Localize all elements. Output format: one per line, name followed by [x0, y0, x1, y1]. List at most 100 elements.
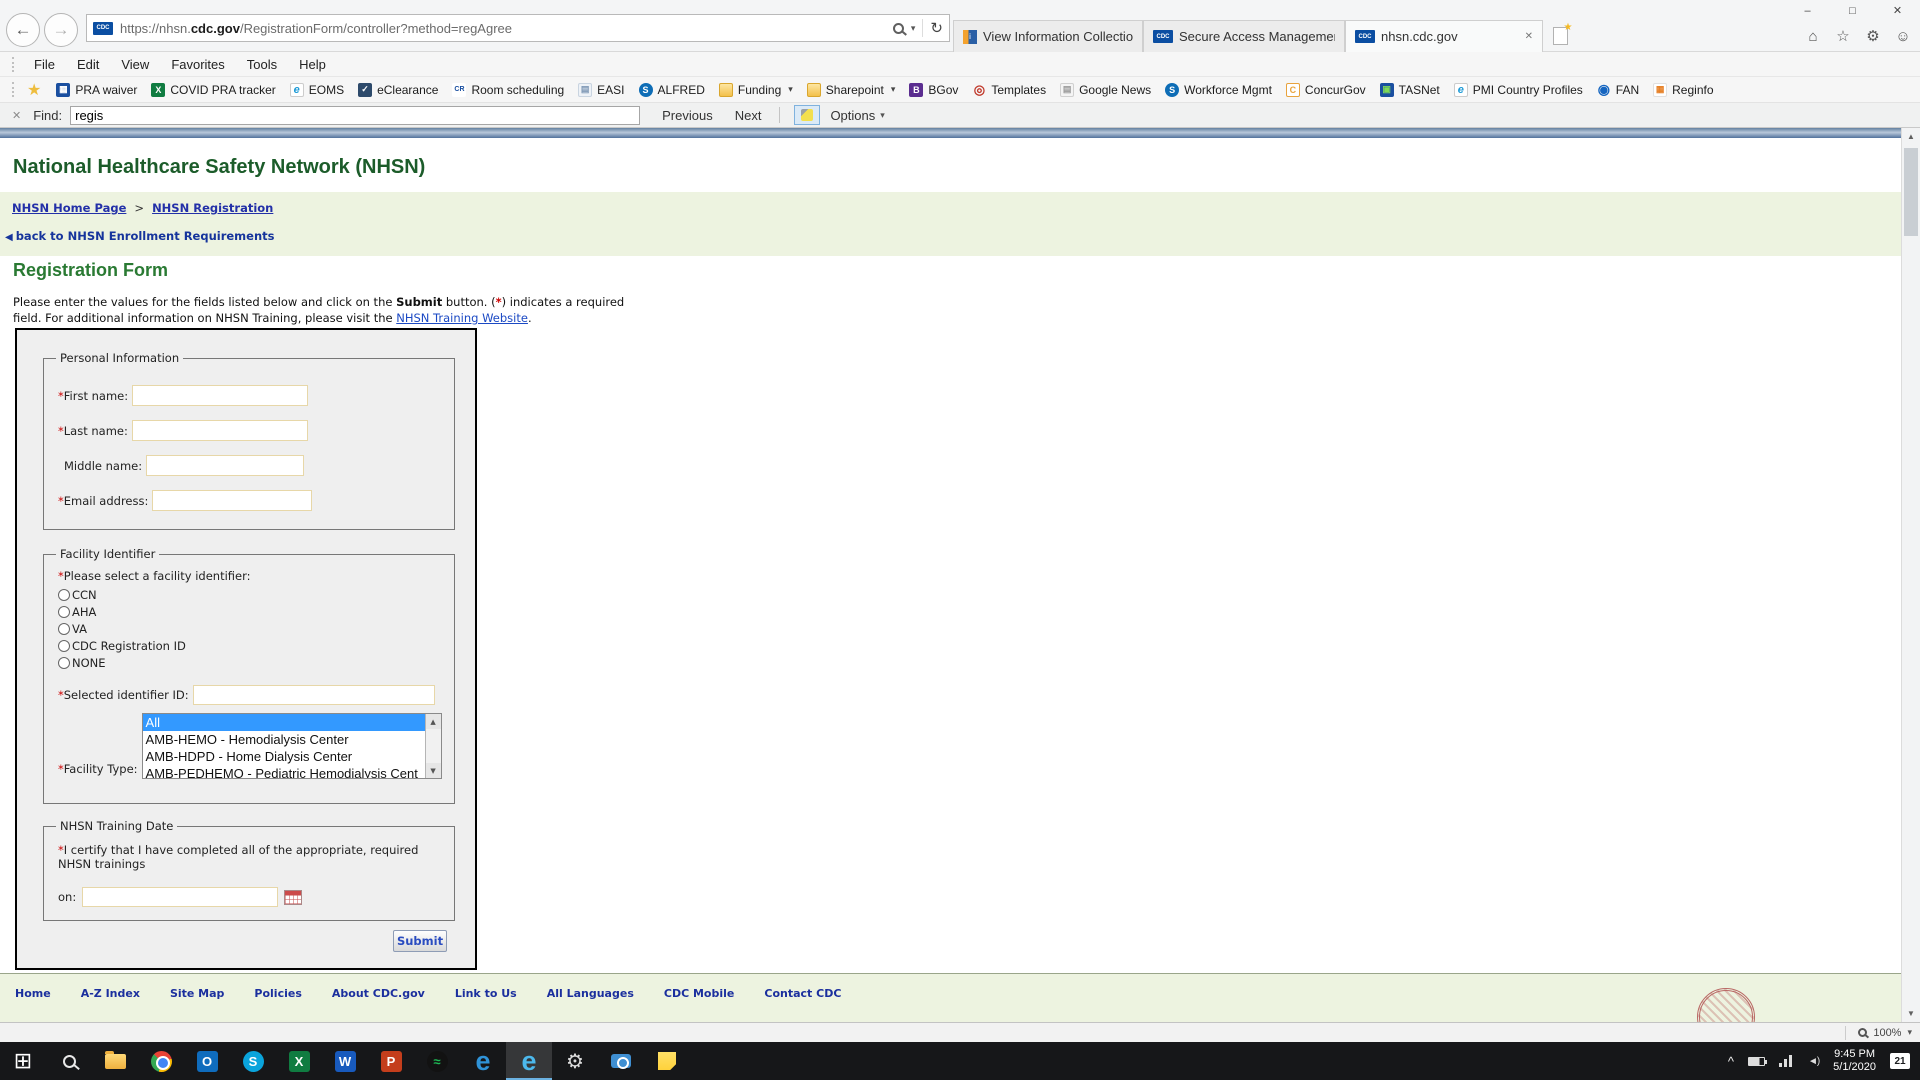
- scroll-down-icon[interactable]: ▼: [1902, 1005, 1920, 1022]
- tab-view-information-collection[interactable]: i View Information Collection R...: [953, 20, 1143, 52]
- breadcrumb-home-link[interactable]: NHSN Home Page: [12, 201, 126, 215]
- favorite-eclearance[interactable]: ✓eClearance: [351, 83, 445, 97]
- taskbar-excel[interactable]: X: [276, 1042, 322, 1080]
- taskbar-file-explorer[interactable]: [92, 1042, 138, 1080]
- footer-link-contact-cdc[interactable]: Contact CDC: [764, 987, 841, 1000]
- refresh-icon[interactable]: ↻: [930, 19, 943, 37]
- favorite-workforce-mgmt[interactable]: SWorkforce Mgmt: [1158, 83, 1279, 97]
- new-tab-button[interactable]: ★: [1543, 20, 1577, 52]
- favorite-funding[interactable]: Funding▾: [712, 83, 800, 97]
- taskbar-word[interactable]: W: [322, 1042, 368, 1080]
- facility-type-option[interactable]: AMB-HEMO - Hemodialysis Center: [143, 731, 425, 748]
- favorite-bgov[interactable]: BBGov: [902, 83, 965, 97]
- radio-aha[interactable]: [58, 606, 70, 618]
- tab-close-icon[interactable]: ✕: [1525, 31, 1533, 42]
- menu-favorites[interactable]: Favorites: [160, 57, 235, 72]
- radio-none[interactable]: [58, 657, 70, 669]
- taskbar-edge[interactable]: e: [460, 1042, 506, 1080]
- scroll-down-icon[interactable]: ▼: [426, 763, 441, 778]
- favorite-covid-pra-tracker[interactable]: XCOVID PRA tracker: [144, 83, 282, 97]
- favorite-eoms[interactable]: eEOMS: [283, 83, 351, 97]
- find-options-button[interactable]: Options▾: [830, 108, 884, 123]
- calendar-icon[interactable]: [284, 890, 302, 905]
- scrollbar-thumb[interactable]: [1904, 148, 1918, 236]
- find-input[interactable]: [70, 106, 640, 125]
- taskbar-outlook[interactable]: O: [184, 1042, 230, 1080]
- feedback-smiley-icon[interactable]: ☺: [1890, 28, 1916, 45]
- favorite-fan[interactable]: ◉FAN: [1590, 83, 1646, 97]
- facility-type-option-all[interactable]: All: [143, 714, 425, 731]
- footer-link-all-languages[interactable]: All Languages: [547, 987, 634, 1000]
- favorite-easi[interactable]: ▤EASI: [571, 83, 631, 97]
- find-close-icon[interactable]: ✕: [12, 109, 21, 122]
- favorite-tasnet[interactable]: ▣TASNet: [1373, 83, 1447, 97]
- favorites-star-icon[interactable]: ☆: [1830, 27, 1856, 45]
- menu-file[interactable]: File: [23, 57, 66, 72]
- find-previous-button[interactable]: Previous: [662, 108, 713, 123]
- footer-link-az-index[interactable]: A-Z Index: [81, 987, 140, 1000]
- menu-edit[interactable]: Edit: [66, 57, 110, 72]
- scroll-up-icon[interactable]: ▲: [1902, 128, 1920, 145]
- favorite-room-scheduling[interactable]: CRRoom scheduling: [445, 83, 571, 97]
- breadcrumb-current-link[interactable]: NHSN Registration: [152, 201, 273, 215]
- footer-link-home[interactable]: Home: [15, 987, 51, 1000]
- nhsn-training-website-link[interactable]: NHSN Training Website: [396, 311, 528, 325]
- taskbar-settings[interactable]: ⚙: [552, 1042, 598, 1080]
- taskbar-clock[interactable]: 9:45 PM 5/1/2020: [1833, 1048, 1876, 1074]
- find-next-button[interactable]: Next: [735, 108, 762, 123]
- back-to-enrollment-link[interactable]: ◀back to NHSN Enrollment Requirements: [5, 229, 275, 243]
- settings-gear-icon[interactable]: ⚙: [1860, 27, 1886, 45]
- close-button[interactable]: ✕: [1875, 0, 1920, 21]
- zoom-control[interactable]: 100% ▾: [1845, 1023, 1912, 1042]
- favorite-reginfo[interactable]: ▦Reginfo: [1646, 83, 1720, 97]
- radio-cdc-registration-id[interactable]: [58, 640, 70, 652]
- taskbar-powerpoint[interactable]: P: [368, 1042, 414, 1080]
- back-button[interactable]: ←: [6, 13, 40, 47]
- hidden-icons-caret[interactable]: ^: [1728, 1054, 1734, 1069]
- scroll-up-icon[interactable]: ▲: [426, 714, 441, 729]
- home-icon[interactable]: ⌂: [1800, 28, 1826, 45]
- address-bar[interactable]: CDC https://nhsn.cdc.gov/RegistrationFor…: [86, 14, 950, 42]
- forward-button[interactable]: →: [44, 13, 78, 47]
- favorite-pra-waiver[interactable]: ▦PRA waiver: [49, 83, 144, 97]
- menu-tools[interactable]: Tools: [236, 57, 288, 72]
- add-favorite-icon[interactable]: ★: [27, 80, 41, 100]
- facility-type-option[interactable]: AMB-PEDHEMO - Pediatric Hemodialysis Cen…: [143, 765, 425, 778]
- tab-nhsn-cdc-gov[interactable]: CDC nhsn.cdc.gov ✕: [1345, 20, 1543, 52]
- menu-help[interactable]: Help: [288, 57, 337, 72]
- taskbar-skype[interactable]: S: [230, 1042, 276, 1080]
- training-date-field[interactable]: [82, 887, 278, 907]
- first-name-field[interactable]: [132, 385, 308, 406]
- favorite-sharepoint[interactable]: Sharepoint▾: [800, 83, 903, 97]
- footer-link-site-map[interactable]: Site Map: [170, 987, 224, 1000]
- menu-view[interactable]: View: [110, 57, 160, 72]
- taskbar-search[interactable]: [46, 1042, 92, 1080]
- middle-name-field[interactable]: [146, 455, 304, 476]
- taskbar-start-button[interactable]: ⊞: [0, 1042, 46, 1080]
- selected-identifier-field[interactable]: [193, 685, 435, 705]
- maximize-button[interactable]: □: [1830, 0, 1875, 21]
- taskbar-internet-explorer[interactable]: e: [506, 1042, 552, 1080]
- volume-icon[interactable]: ◄): [1808, 1056, 1819, 1067]
- radio-ccn[interactable]: [58, 589, 70, 601]
- footer-link-cdc-mobile[interactable]: CDC Mobile: [664, 987, 735, 1000]
- email-field[interactable]: [152, 490, 312, 511]
- tab-secure-access-management[interactable]: CDC Secure Access Management Se...: [1143, 20, 1345, 52]
- battery-icon[interactable]: [1748, 1057, 1765, 1066]
- listbox-scrollbar[interactable]: ▲ ▼: [425, 714, 441, 778]
- favorite-pmi-country-profiles[interactable]: ePMI Country Profiles: [1447, 83, 1590, 97]
- action-center-icon[interactable]: 21: [1890, 1053, 1910, 1069]
- search-caret-icon[interactable]: ▾: [911, 23, 916, 34]
- favorite-alfred[interactable]: SALFRED: [632, 83, 712, 97]
- minimize-button[interactable]: –: [1785, 0, 1830, 21]
- submit-button[interactable]: Submit: [393, 930, 447, 952]
- taskbar-sticky-notes[interactable]: [644, 1042, 690, 1080]
- network-icon[interactable]: [1779, 1055, 1794, 1067]
- search-icon[interactable]: [893, 23, 904, 34]
- favorite-templates[interactable]: ◎Templates: [965, 83, 1053, 97]
- footer-link-link-to-us[interactable]: Link to Us: [455, 987, 517, 1000]
- page-scrollbar[interactable]: ▲ ▼: [1901, 128, 1920, 1022]
- radio-va[interactable]: [58, 623, 70, 635]
- taskbar-camera[interactable]: [598, 1042, 644, 1080]
- taskbar-spotify[interactable]: ≈: [414, 1042, 460, 1080]
